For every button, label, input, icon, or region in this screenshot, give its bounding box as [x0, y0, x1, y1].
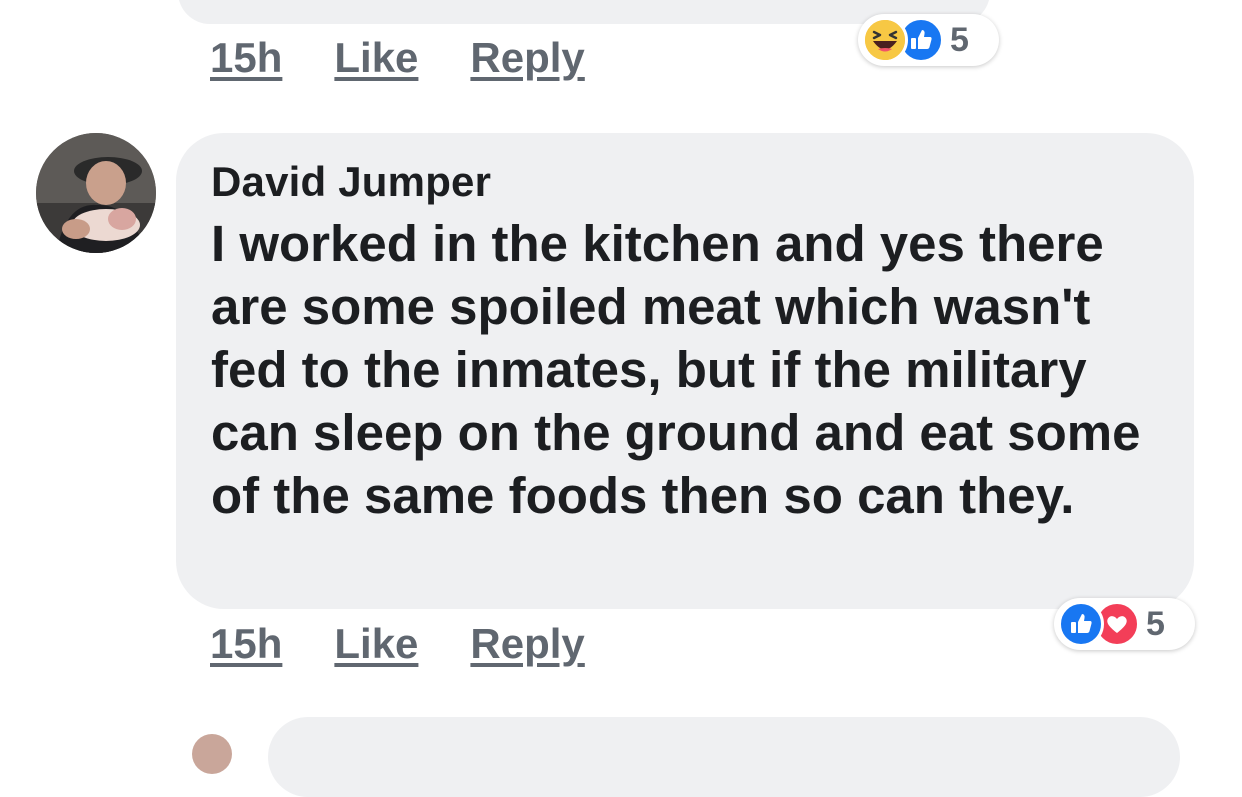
reaction-count: 5 — [1146, 604, 1165, 643]
comment-author[interactable]: David Jumper — [211, 158, 491, 206]
reply-button[interactable]: Reply — [470, 620, 584, 668]
reaction-count: 5 — [950, 20, 969, 59]
next-comment-bubble — [268, 717, 1180, 797]
like-button[interactable]: Like — [334, 620, 418, 668]
like-button[interactable]: Like — [334, 34, 418, 82]
avatar[interactable] — [192, 734, 232, 774]
like-icon — [1058, 601, 1104, 647]
haha-icon — [862, 17, 908, 63]
previous-comment-actions: 15h Like Reply — [210, 34, 585, 82]
comment-timestamp[interactable]: 15h — [210, 34, 282, 82]
reaction-summary[interactable]: 5 — [1054, 598, 1195, 650]
comment-text: I worked in the kitchen and yes there ar… — [211, 215, 1141, 524]
comment-actions: 15h Like Reply — [210, 620, 585, 668]
avatar[interactable] — [36, 133, 156, 253]
reaction-summary[interactable]: 5 — [858, 14, 999, 66]
comment-timestamp[interactable]: 15h — [210, 620, 282, 668]
avatar-photo — [36, 133, 156, 253]
reply-button[interactable]: Reply — [470, 34, 584, 82]
